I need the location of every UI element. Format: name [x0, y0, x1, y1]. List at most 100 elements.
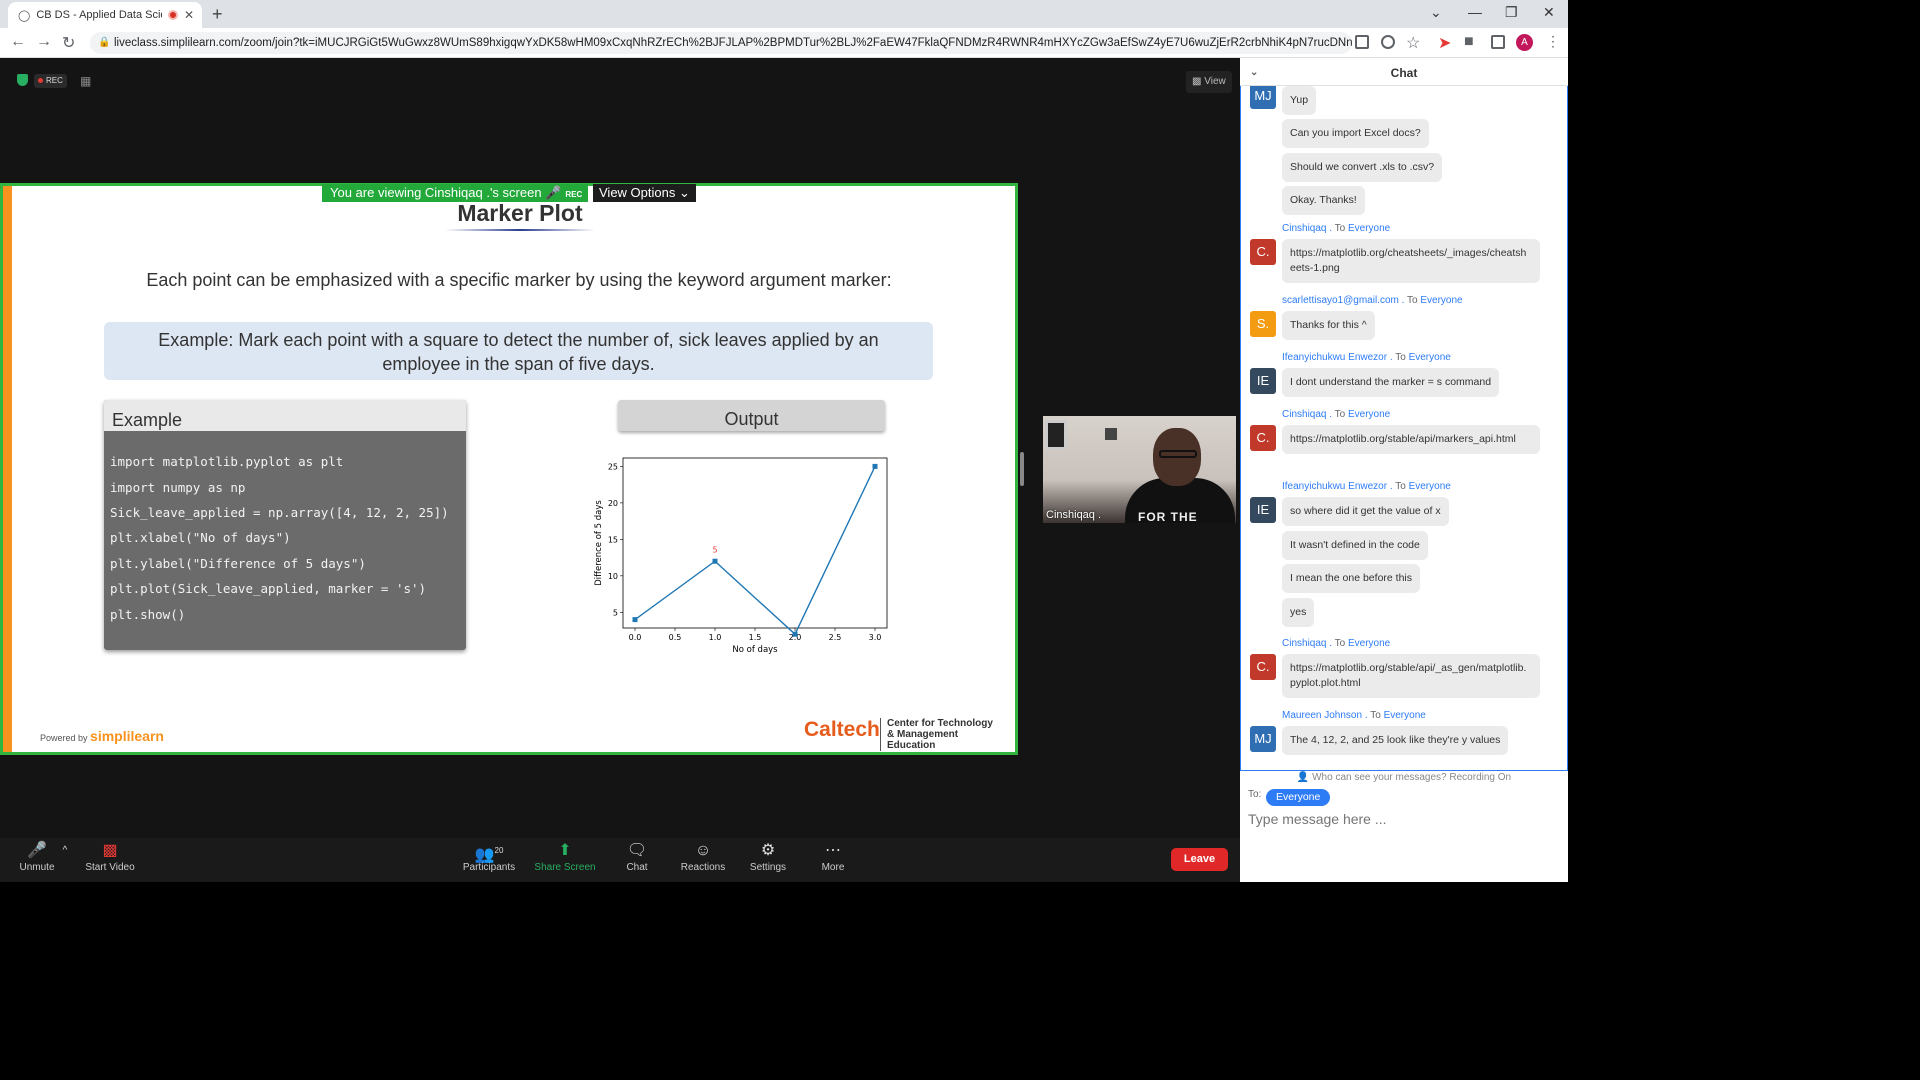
close-tab-icon[interactable]: ✕ — [184, 8, 194, 22]
reload-icon[interactable]: ↻ — [62, 33, 75, 53]
close-window-icon[interactable]: ✕ — [1543, 4, 1555, 21]
message-bubble: https://matplotlib.org/stable/api/marker… — [1282, 425, 1540, 454]
view-button[interactable]: ▩ View — [1186, 71, 1232, 93]
viewing-text: You are viewing Cinshiqaq .'s screen — [330, 185, 542, 200]
participant-video[interactable]: FOR THE — [1043, 416, 1236, 523]
example-box: Example: Mark each point with a square t… — [104, 322, 933, 380]
forward-icon[interactable]: → — [36, 33, 52, 51]
restore-icon[interactable]: ❐ — [1505, 4, 1518, 21]
security-shield-icon[interactable] — [17, 74, 28, 86]
code-line: plt.show() — [110, 607, 186, 622]
bookmark-star-icon[interactable]: ☆ — [1406, 33, 1420, 53]
code-panel: Example import matplotlib.pyplot as plt … — [104, 400, 466, 650]
meeting-toolbar: 🎤 Unmute ^ ▩ Start Video 👥20 Participants ⬆… — [0, 838, 1240, 882]
chat-button[interactable]: 🗨 Chat — [620, 840, 654, 873]
reactions-label: Reactions — [680, 862, 726, 873]
y-tick-label: 15 — [608, 535, 618, 544]
who-can-see-link[interactable]: 👤 Who can see your messages? Recording O… — [1240, 772, 1568, 783]
message-bubble: Okay. Thanks! — [1282, 186, 1365, 215]
avatar: C. — [1250, 425, 1276, 451]
settings-label: Settings — [749, 862, 787, 873]
back-icon[interactable]: ← — [10, 33, 26, 51]
slide-accent-bar — [3, 186, 12, 752]
message-bubble: Yup — [1282, 86, 1317, 115]
code-line: Sick_leave_applied = np.array([4, 12, 2,… — [110, 505, 449, 520]
code-line: plt.xlabel("No of days") — [110, 530, 291, 545]
recipient-select[interactable]: Everyone — [1266, 789, 1331, 806]
grid-icon[interactable]: ▦ — [80, 74, 91, 88]
participants-label: Participants — [462, 862, 516, 873]
side-panel-icon[interactable] — [1491, 35, 1505, 49]
message-sender: scarlettisayo1@gmail.com . To Everyone — [1282, 295, 1463, 306]
mic-icon: 🎤 — [545, 185, 562, 200]
chat-title: Chat — [1390, 66, 1418, 80]
message-sender: Cinshiqaq . To Everyone — [1282, 638, 1391, 649]
output-header: Output — [618, 400, 885, 431]
start-video-label: Start Video — [85, 862, 135, 873]
square-marker — [632, 617, 638, 623]
camera-permission-icon[interactable] — [1355, 35, 1369, 49]
extension-icon[interactable]: ➤ — [1438, 33, 1451, 53]
reactions-icon: ☺ — [694, 842, 712, 859]
puzzle-icon[interactable]: ■ — [1464, 33, 1474, 51]
message-bubble: I mean the one before this — [1282, 564, 1420, 593]
participant-count: 20 — [494, 846, 504, 855]
x-tick-label: 0.0 — [629, 633, 642, 642]
x-tick-label: 1.5 — [749, 633, 762, 642]
url-input[interactable]: 🔒 liveclass.simplilearn.com/zoom/join?tk… — [90, 32, 1352, 54]
minimize-icon[interactable]: — — [1468, 4, 1482, 20]
share-icon[interactable] — [1381, 35, 1395, 49]
audio-options-button[interactable]: ^ — [58, 840, 72, 862]
to-label: To: — [1248, 789, 1262, 800]
unmute-label: Unmute — [19, 862, 55, 873]
rec-label: REC — [46, 76, 63, 85]
tab-title: CB DS - Applied Data Scienc — [36, 9, 162, 21]
glasses — [1159, 450, 1197, 458]
view-label: View — [1204, 76, 1226, 87]
video-off-icon: ▩ — [102, 842, 118, 859]
chat-message-input[interactable] — [1248, 809, 1548, 829]
leave-button[interactable]: Leave — [1171, 848, 1228, 871]
participants-button[interactable]: 👥20 Participants — [458, 840, 520, 873]
share-screen-button[interactable]: ⬆ Share Screen — [532, 840, 598, 873]
message-bubble: https://matplotlib.org/cheatsheets/_imag… — [1282, 239, 1540, 283]
tab-search-icon[interactable]: ⌄ — [1430, 4, 1442, 21]
code-line: import numpy as np — [110, 480, 246, 495]
avatar: MJ — [1250, 86, 1276, 109]
more-button[interactable]: ⋯ More — [816, 840, 850, 873]
slide-title: Marker Plot — [457, 200, 583, 226]
y-tick-label: 5 — [613, 608, 618, 617]
message-sender: Cinshiqaq . To Everyone — [1282, 223, 1391, 234]
caltech-subtitle: Center for Technology & Management Educa… — [880, 718, 1000, 751]
start-video-button[interactable]: ▩ Start Video — [82, 840, 138, 873]
avatar: C. — [1250, 239, 1276, 265]
y-tick-label: 10 — [608, 572, 618, 581]
avatar: IE — [1250, 497, 1276, 523]
avatar: IE — [1250, 368, 1276, 394]
recording-indicator[interactable]: REC — [34, 74, 67, 88]
browser-tab[interactable]: ◯ CB DS - Applied Data Scienc ✕ — [8, 2, 202, 28]
shirt-text: FOR THE — [1138, 510, 1198, 523]
address-bar-row: ← → ↻ 🔒 liveclass.simplilearn.com/zoom/j… — [0, 28, 1568, 58]
message-bubble: Can you import Excel docs? — [1282, 119, 1429, 148]
x-tick-label: 0.5 — [669, 633, 682, 642]
chat-message-list[interactable]: MJ Yup Can you import Excel docs? Should… — [1240, 86, 1568, 771]
menu-icon[interactable]: ⋮ — [1546, 33, 1560, 50]
message-bubble: https://matplotlib.org/stable/api/_as_ge… — [1282, 654, 1540, 698]
chat-icon: 🗨 — [626, 842, 648, 859]
chevron-down-icon[interactable]: ⌄ — [1250, 58, 1258, 88]
powered-by: Powered by simplilearn — [40, 728, 164, 744]
unmute-button[interactable]: 🎤 Unmute — [14, 840, 60, 873]
reactions-button[interactable]: ☺ Reactions — [676, 840, 730, 873]
square-marker — [872, 463, 878, 469]
new-tab-button[interactable]: + — [212, 4, 223, 25]
more-label: More — [821, 862, 845, 873]
chevron-down-icon: ⌄ — [678, 185, 690, 200]
recording-icon — [167, 10, 178, 20]
settings-button[interactable]: ⚙ Settings — [746, 840, 790, 873]
avatar: C. — [1250, 654, 1276, 680]
title-underline — [445, 229, 595, 231]
splitter-handle[interactable] — [1020, 452, 1024, 486]
y-tick-label: 25 — [608, 462, 618, 471]
profile-avatar[interactable]: A — [1516, 34, 1533, 51]
